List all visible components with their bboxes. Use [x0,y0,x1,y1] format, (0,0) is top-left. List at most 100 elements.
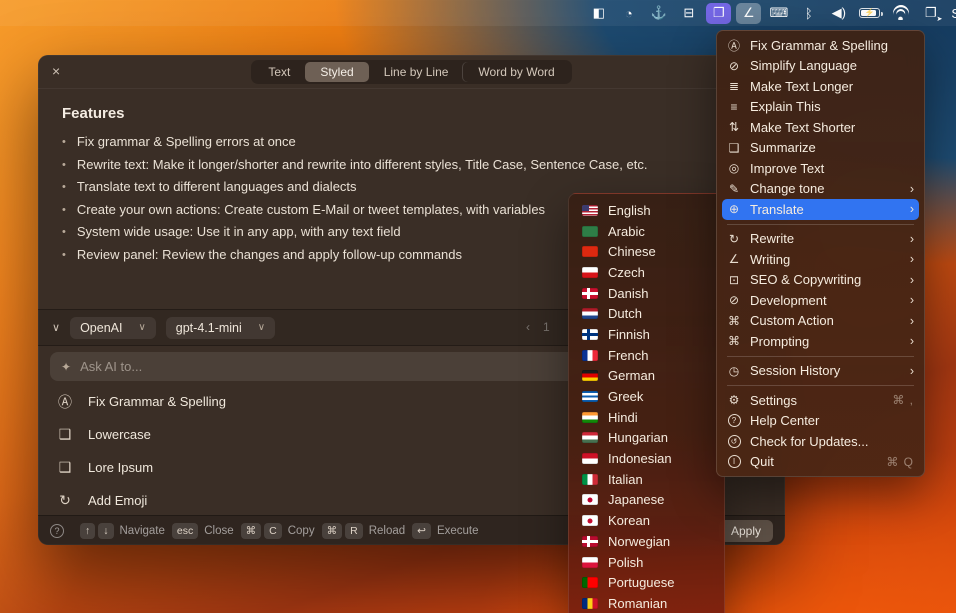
clock-partial[interactable]: S [948,3,956,24]
menu-item-make-text-shorter[interactable]: ⇅Make Text Shorter [717,117,924,138]
language-item-romanian[interactable]: Romanian [569,593,724,613]
language-item-korean[interactable]: Korean [569,510,724,531]
tab-text[interactable]: Text [253,62,305,82]
model-dropdown[interactable]: gpt-4.1-mini ∨ [166,317,275,339]
feature-item: •Rewrite text: Make it longer/shorter an… [62,154,761,177]
screen-sharing-icon[interactable]: ❐➤ [918,3,943,24]
menu-item-prompting[interactable]: ⌘Prompting› [717,331,924,352]
flag-cross [587,288,591,299]
menu-item-label: Quit [750,454,774,469]
flag-icon [582,288,598,299]
view-mode-segmented-control: TextStyledLine by LineWord by Word [251,60,571,84]
bluetooth-icon[interactable]: ᛒ [796,3,821,24]
menu-item-make-text-longer[interactable]: ≣Make Text Longer [717,76,924,97]
language-label: English [608,203,651,218]
update-icon: ↺ [728,435,741,448]
menu-item-quit[interactable]: ǀQuit⌘ Q [717,452,924,473]
language-item-german[interactable]: German [569,366,724,387]
command-icon: ⌘ [726,314,742,328]
submenu-arrow-icon: › [910,334,914,348]
menu-item-rewrite[interactable]: ↻Rewrite› [717,229,924,250]
language-item-dutch[interactable]: Dutch [569,303,724,324]
screen-sharing-icon-glyph: ❐ [925,5,937,21]
menu-item-change-tone[interactable]: ✎Change tone› [717,179,924,200]
menu-item-session-history[interactable]: ◷Session History› [717,361,924,382]
language-item-danish[interactable]: Danish [569,283,724,304]
copy-app-icon[interactable]: ❐ [706,3,731,24]
language-item-english[interactable]: English [569,200,724,221]
menu-item-custom-action[interactable]: ⌘Custom Action› [717,311,924,332]
rewrite-refresh-icon: ↻ [726,232,742,246]
language-item-portuguese[interactable]: Portuguese [569,572,724,593]
feature-text: Review panel: Review the changes and app… [77,244,462,267]
language-item-norwegian[interactable]: Norwegian [569,531,724,552]
provider-dropdown-value: OpenAI [80,321,122,335]
language-item-italian[interactable]: Italian [569,469,724,490]
menu-item-development[interactable]: ⊘Development› [717,290,924,311]
language-item-chinese[interactable]: Chinese [569,241,724,262]
language-item-arabic[interactable]: Arabic [569,221,724,242]
wifi-icon[interactable] [888,3,913,24]
menu-item-explain-this[interactable]: ≡Explain This [717,97,924,118]
language-item-hungarian[interactable]: Hungarian [569,428,724,449]
menu-item-fix-grammar-spelling[interactable]: ⒶFix Grammar & Spelling [717,35,924,56]
language-item-greek[interactable]: Greek [569,386,724,407]
feature-item: •Fix grammar & Spelling errors at once [62,131,761,154]
menu-separator [727,356,914,357]
language-item-hindi[interactable]: Hindi [569,407,724,428]
tab-word-by-word[interactable]: Word by Word [463,62,569,82]
volume-icon[interactable]: ◀) [826,3,851,24]
menu-item-simplify-language[interactable]: ⊘Simplify Language [717,56,924,77]
keycap: ⌘ [241,523,262,539]
menu-separator [727,224,914,225]
keycap: ↩ [412,523,431,539]
chevron-down-icon[interactable]: ∨ [52,321,60,334]
sidebar-toggle-icon-glyph: ◧ [593,5,605,21]
menu-item-settings[interactable]: ⚙Settings⌘ , [717,390,924,411]
improve-circle-icon: ◎ [726,161,742,175]
menu-item-writing[interactable]: ∠Writing› [717,249,924,270]
widgets-icon[interactable]: ⊟ [676,3,701,24]
menu-item-improve-text[interactable]: ◎Improve Text [717,158,924,179]
menu-item-summarize[interactable]: ❑Summarize [717,138,924,159]
pagination-prev-icon[interactable]: ‹ [526,320,530,334]
rotation-lock-icon[interactable]: ◔ [616,3,641,24]
language-item-czech[interactable]: Czech [569,262,724,283]
close-icon[interactable]: × [52,63,60,79]
bullet-icon: • [62,176,66,199]
flag-icon [582,453,598,464]
help-icon[interactable]: ? [50,524,64,538]
language-label: Italian [608,472,643,487]
provider-dropdown[interactable]: OpenAI ∨ [70,317,156,339]
submenu-arrow-icon: › [910,364,914,378]
menu-item-label: Check for Updates... [750,434,869,449]
menu-item-label: Help Center [750,413,819,428]
tab-styled[interactable]: Styled [305,62,368,82]
language-item-polish[interactable]: Polish [569,552,724,573]
language-label: Hungarian [608,430,668,445]
angle-app-icon[interactable]: ∠ [736,3,761,24]
language-item-indonesian[interactable]: Indonesian [569,448,724,469]
sidebar-toggle-icon[interactable]: ◧ [586,3,611,24]
menu-item-label: Make Text Longer [750,79,853,94]
apply-button[interactable]: Apply [719,520,773,542]
menu-item-check-for-updates[interactable]: ↺ Check for Updates... [717,431,924,452]
language-item-finnish[interactable]: Finnish [569,324,724,345]
translate-language-submenu: English ArabicChineseCzechDanishDutchFinn… [568,193,725,613]
battery-icon[interactable]: ⚡ [856,3,883,24]
flag-icon [582,391,598,402]
volume-icon-glyph: ◀) [832,5,846,21]
keyboard-icon[interactable]: ⌨ [766,3,791,24]
menu-item-label: SEO & Copywriting [750,272,861,287]
menu-item-help-center[interactable]: ?Help Center [717,411,924,432]
tab-line-by-line[interactable]: Line by Line [369,62,464,82]
docker-icon[interactable]: ⚓ [646,3,671,24]
language-label: Greek [608,389,643,404]
hint-label: Reload [369,525,405,537]
feature-text: Create your own actions: Create custom E… [77,199,545,222]
language-item-french[interactable]: French [569,345,724,366]
language-item-japanese[interactable]: Japanese [569,490,724,511]
flag-icon [582,494,598,505]
menu-item-seo-copywriting[interactable]: ⊡SEO & Copywriting› [717,270,924,291]
menu-item-translate[interactable]: ⊕Translate› [722,199,919,220]
